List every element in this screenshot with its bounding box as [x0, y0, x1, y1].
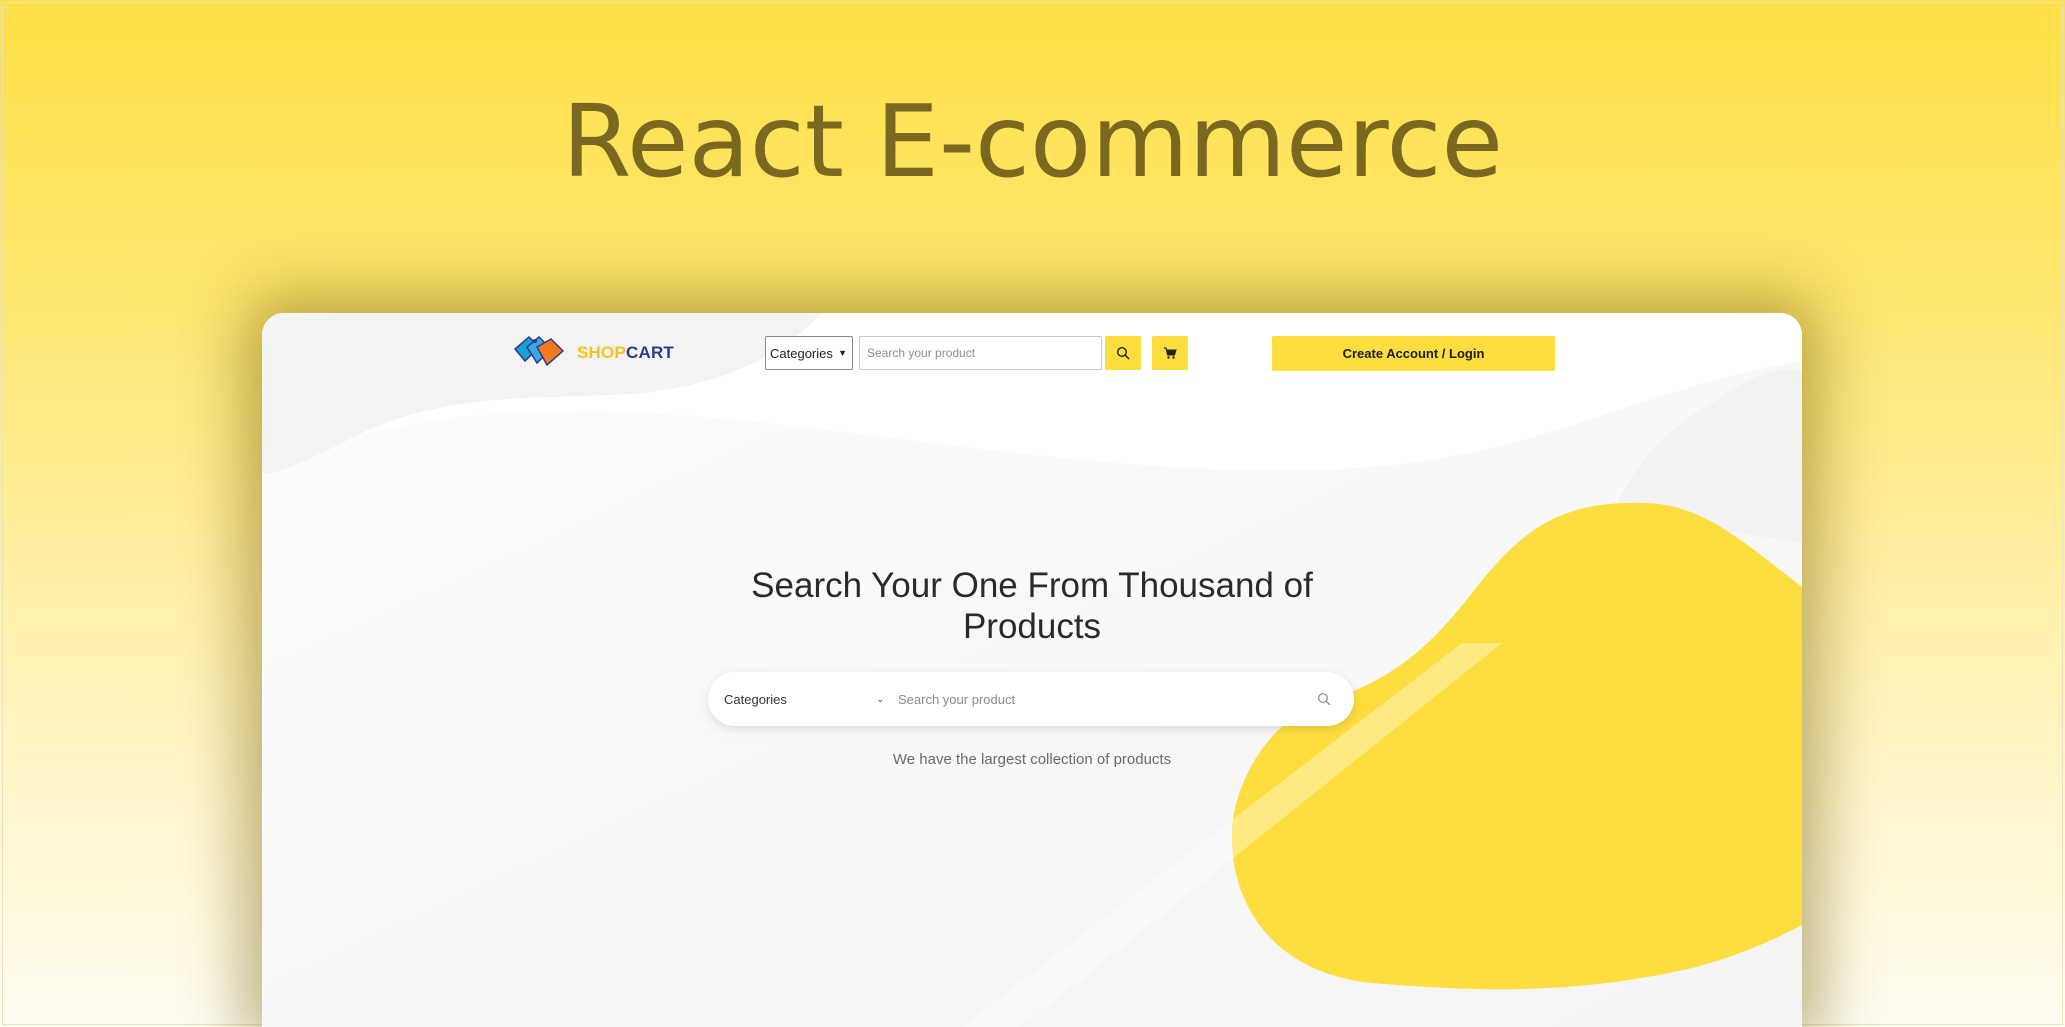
shopcart-logo[interactable]: SHOPCART: [511, 333, 674, 371]
hero-search-placeholder: Search your product: [898, 691, 1016, 707]
nav-category-select[interactable]: Categories ▼: [765, 336, 853, 370]
logo-cart-text: CART: [625, 342, 674, 362]
browser-window: SHOPCART Categories ▼ Search your produc…: [262, 313, 1802, 1027]
shopping-tags-logo-icon: [511, 333, 571, 371]
nav-cart-button[interactable]: [1152, 336, 1188, 370]
hero-search-bar: Categories ⌄ Search your product: [708, 672, 1354, 726]
hero-search-button[interactable]: [1314, 689, 1334, 709]
nav-category-select-value: Categories: [770, 345, 833, 361]
nav-search-button[interactable]: [1105, 336, 1141, 370]
hero-search-input[interactable]: Search your product: [898, 692, 1314, 707]
nav-search-placeholder: Search your product: [867, 346, 976, 360]
hero-heading: Search Your One From Thousand of Product…: [751, 566, 1313, 646]
hero-category-select[interactable]: Categories ⌄: [724, 692, 884, 707]
background-shapes: [262, 313, 1802, 1027]
hero-subtitle: We have the largest collection of produc…: [892, 751, 1172, 768]
chevron-down-icon: ⌄: [876, 693, 884, 704]
chevron-down-icon: ▼: [838, 348, 847, 358]
banner-title: React E-commerce: [562, 83, 1503, 200]
search-icon: [1318, 693, 1331, 706]
search-icon: [1116, 346, 1130, 360]
create-account-login-button[interactable]: Create Account / Login: [1272, 336, 1555, 371]
nav-search-input[interactable]: Search your product: [859, 336, 1102, 370]
hero-category-select-value: Categories: [724, 691, 787, 707]
cart-icon: [1164, 347, 1177, 359]
logo-shop-text: SHOP: [577, 342, 626, 362]
